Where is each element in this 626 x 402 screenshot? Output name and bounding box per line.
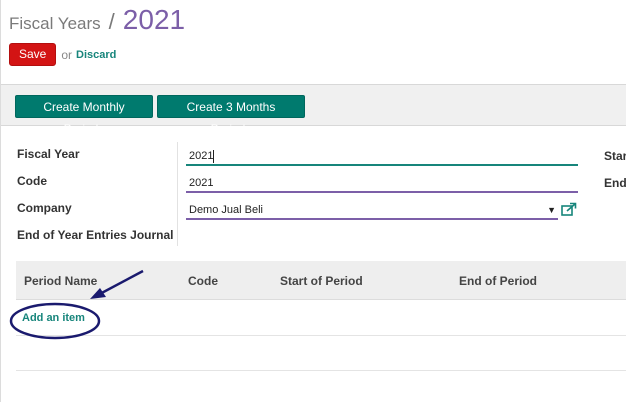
annotation-overlay [9, 269, 144, 340]
annotation-circle [9, 302, 101, 340]
annotation-arrow-head [90, 288, 106, 299]
annotation-arrow-shaft [95, 269, 144, 298]
